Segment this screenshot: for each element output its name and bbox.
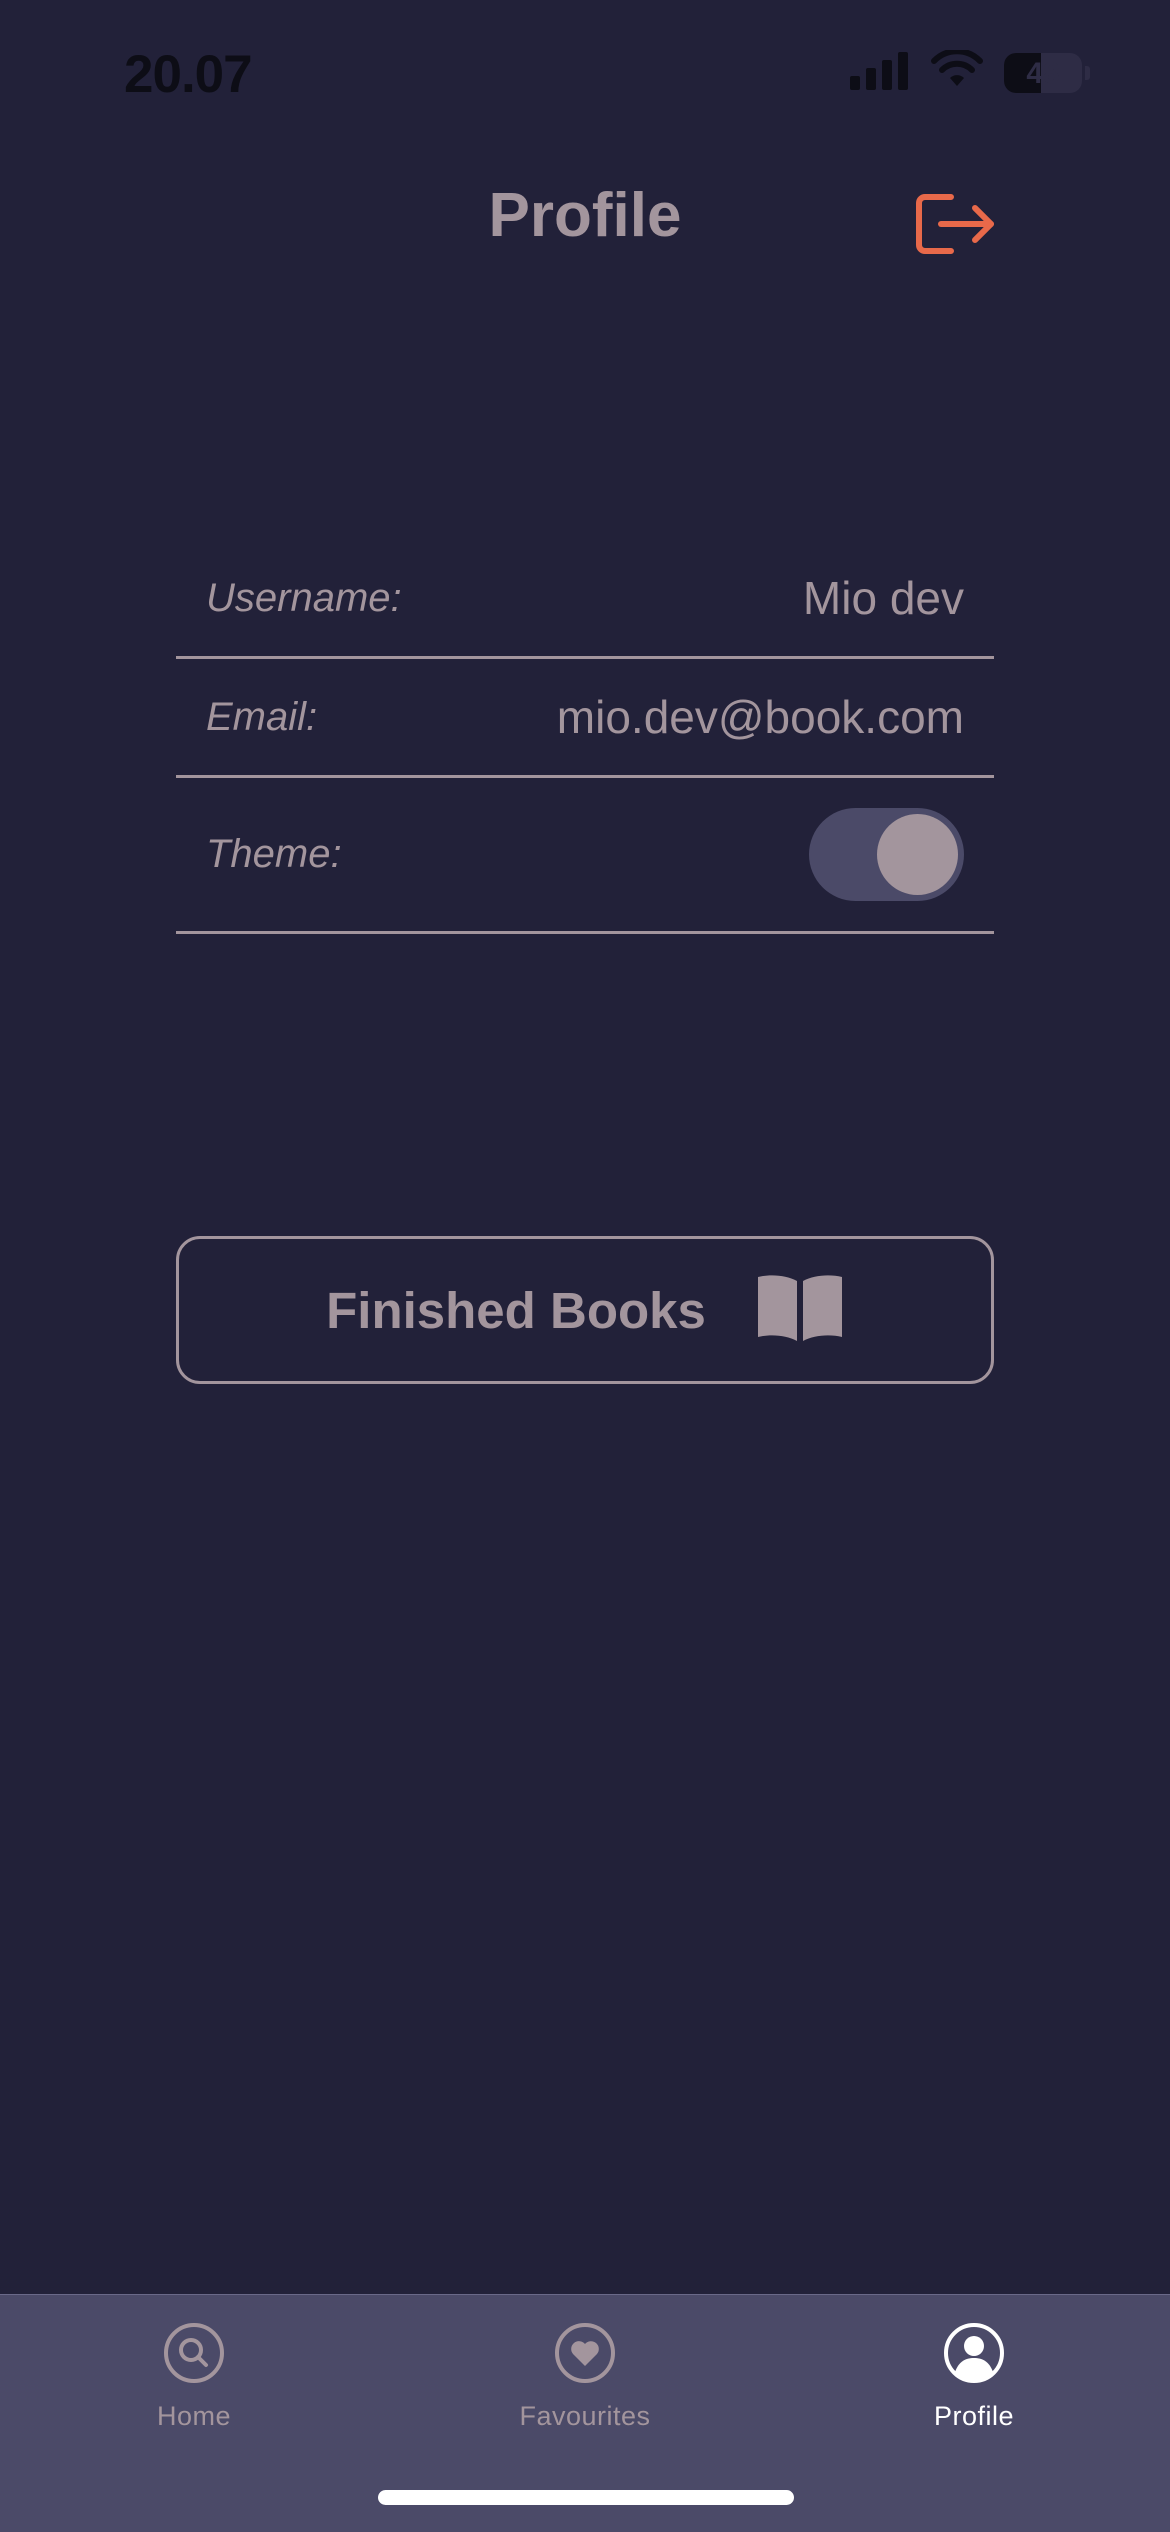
status-bar: 20.07 48 [0, 0, 1170, 150]
battery-cap [1085, 65, 1090, 80]
theme-label: Theme: [206, 832, 342, 876]
status-time: 20.07 [124, 45, 253, 104]
logout-button[interactable] [910, 188, 1000, 264]
username-row: Username: Mio dev [176, 540, 994, 659]
search-icon [162, 2321, 226, 2385]
logout-icon [913, 191, 997, 262]
email-row: Email: mio.dev@book.com [176, 659, 994, 778]
open-book-icon [756, 1273, 844, 1348]
heart-icon [553, 2321, 617, 2385]
finished-books-button[interactable]: Finished Books [176, 1236, 994, 1384]
tab-favourites-label: Favourites [519, 2401, 651, 2431]
theme-toggle-knob [877, 814, 958, 895]
username-value: Mio dev [802, 572, 964, 624]
wifi-icon [930, 48, 984, 95]
finished-books-label: Finished Books [326, 1281, 706, 1339]
user-circle-icon [942, 2321, 1006, 2385]
tab-home[interactable]: Home [64, 2295, 324, 2465]
cellular-signal-icon [850, 50, 910, 95]
username-label: Username: [206, 575, 402, 620]
status-icons: 48 [850, 48, 1090, 95]
battery-level: 48 [1026, 56, 1060, 90]
tab-profile[interactable]: Profile [844, 2295, 1104, 2465]
theme-toggle[interactable] [809, 808, 964, 901]
profile-info-list: Username: Mio dev Email: mio.dev@book.co… [176, 540, 994, 934]
theme-row: Theme: [176, 778, 994, 934]
battery-icon: 48 [1004, 52, 1082, 93]
tab-favourites[interactable]: Favourites [455, 2295, 715, 2465]
tab-home-label: Home [156, 2401, 232, 2431]
email-label: Email: [206, 694, 318, 739]
profile-screen: 20.07 48 Profile Username: Mio dev Email… [0, 0, 1170, 2532]
home-indicator[interactable] [378, 2490, 794, 2505]
tab-profile-label: Profile [933, 2401, 1015, 2431]
email-value: mio.dev@book.com [556, 691, 964, 743]
